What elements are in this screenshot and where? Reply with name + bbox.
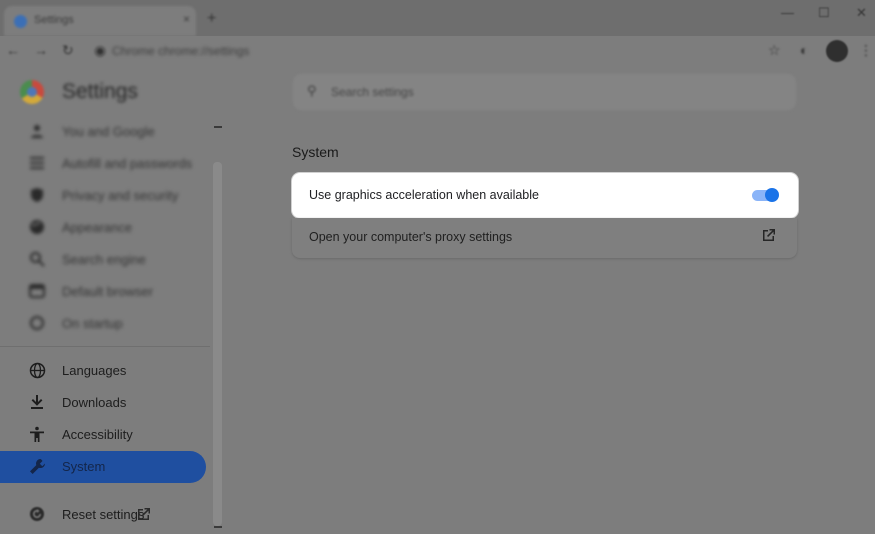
settings-tab[interactable]: Settings × — [4, 6, 196, 36]
menu-icon[interactable]: ⋮ — [859, 42, 873, 59]
sidebar-item-languages[interactable]: Languages — [0, 355, 206, 387]
settings-page: Settings ⚲ Search settings You and Googl… — [0, 68, 875, 534]
browser-toolbar: ← → ↻ ◉ Chrome chrome://settings ☆ ◐ ⋮ — [0, 36, 875, 68]
scroll-up-mark — [214, 126, 222, 128]
chrome-logo-icon — [20, 80, 44, 104]
external-link-icon — [136, 507, 152, 523]
graphics-acceleration-row[interactable]: Use graphics acceleration when available — [292, 173, 798, 218]
bookmark-star-icon[interactable]: ☆ — [768, 42, 781, 59]
settings-sidebar: You and Google Autofill and passwords Pr… — [0, 122, 222, 534]
sidebar-item-you-and-google[interactable]: You and Google — [0, 116, 206, 148]
external-link-icon[interactable] — [761, 228, 777, 244]
forward-icon[interactable]: → — [34, 42, 48, 58]
person-icon — [28, 122, 46, 140]
search-settings-input[interactable]: ⚲ Search settings — [293, 74, 796, 110]
list-icon — [28, 154, 46, 172]
globe-icon — [28, 361, 46, 379]
toggle-knob — [765, 188, 779, 202]
close-window-icon[interactable]: ✕ — [856, 5, 867, 21]
sidebar-scrollbar[interactable] — [213, 162, 222, 526]
reset-icon — [28, 505, 46, 523]
sidebar-divider — [0, 346, 210, 347]
wrench-icon — [28, 457, 46, 475]
accessibility-icon — [28, 425, 46, 443]
proxy-settings-row[interactable]: Open your computer's proxy settings — [292, 218, 797, 258]
tab-strip: Settings × + — ☐ ✕ — [0, 0, 875, 36]
tab-close-icon[interactable]: × — [183, 12, 190, 26]
shield-icon — [28, 186, 46, 204]
back-icon[interactable]: ← — [6, 42, 20, 58]
sidebar-item-privacy[interactable]: Privacy and security — [0, 180, 206, 212]
address-bar[interactable]: Chrome chrome://settings — [112, 44, 249, 58]
sidebar-item-on-startup[interactable]: On startup — [0, 308, 206, 340]
reload-icon[interactable]: ↻ — [62, 42, 74, 59]
maximize-icon[interactable]: ☐ — [818, 5, 830, 21]
magnifier-icon — [28, 250, 46, 268]
tab-title: Settings — [34, 14, 74, 26]
sidebar-item-system[interactable]: System — [0, 451, 206, 483]
download-icon — [28, 393, 46, 411]
proxy-settings-label: Open your computer's proxy settings — [309, 230, 513, 244]
section-title-system: System — [292, 144, 339, 160]
browser-icon — [28, 282, 46, 300]
site-info-icon[interactable]: ◉ — [94, 42, 106, 59]
sidebar-item-accessibility[interactable]: Accessibility — [0, 419, 206, 451]
sidebar-item-search-engine[interactable]: Search engine — [0, 244, 206, 276]
search-icon: ⚲ — [307, 83, 317, 98]
power-icon — [28, 314, 46, 332]
sidebar-item-downloads[interactable]: Downloads — [0, 387, 206, 419]
sidebar-item-default-browser[interactable]: Default browser — [0, 276, 206, 308]
sidebar-item-reset-settings[interactable]: Reset settings — [0, 499, 206, 531]
profile-avatar[interactable] — [826, 40, 848, 62]
scroll-down-mark — [214, 526, 222, 528]
page-title: Settings — [62, 80, 138, 103]
palette-icon — [28, 218, 46, 236]
sidebar-item-autofill[interactable]: Autofill and passwords — [0, 148, 206, 180]
search-placeholder: Search settings — [331, 85, 414, 99]
graphics-acceleration-label: Use graphics acceleration when available — [309, 188, 539, 202]
minimize-icon[interactable]: — — [781, 5, 794, 20]
new-tab-icon[interactable]: + — [207, 10, 216, 28]
graphics-acceleration-toggle[interactable] — [751, 187, 779, 203]
sidebar-item-appearance[interactable]: Appearance — [0, 212, 206, 244]
extensions-icon[interactable]: ◐ — [800, 42, 808, 58]
settings-favicon-icon — [14, 15, 27, 28]
